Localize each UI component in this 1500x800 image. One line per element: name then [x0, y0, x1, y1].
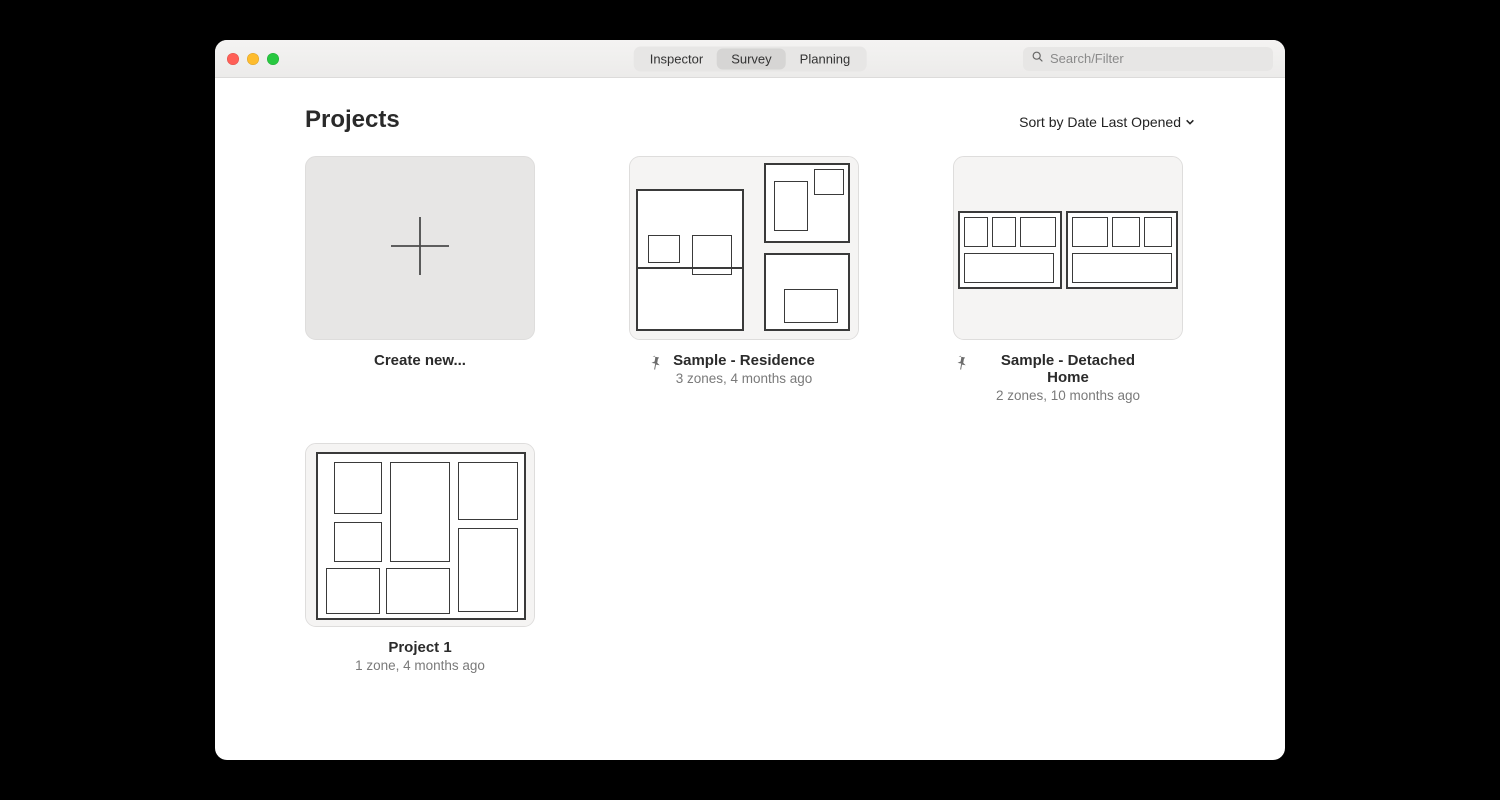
tab-inspector[interactable]: Inspector: [636, 48, 717, 69]
tab-planning[interactable]: Planning: [786, 48, 865, 69]
close-window-button[interactable]: [227, 53, 239, 65]
project-title: Sample - Detached Home: [979, 352, 1157, 386]
project-subtitle: 3 zones, 4 months ago: [673, 371, 815, 386]
search-field[interactable]: [1023, 47, 1273, 71]
content-area: Projects Sort by Date Last Opened: [215, 78, 1285, 760]
project-tile[interactable]: Project 1 1 zone, 4 months ago: [305, 443, 535, 673]
project-thumbnail: [305, 443, 535, 627]
search-icon: [1031, 50, 1044, 68]
project-subtitle: 2 zones, 10 months ago: [979, 388, 1157, 403]
plus-icon: [385, 211, 455, 286]
page-header: Projects Sort by Date Last Opened: [305, 106, 1195, 134]
project-thumbnail: [953, 156, 1183, 340]
project-subtitle: 1 zone, 4 months ago: [355, 658, 485, 673]
mode-segmented-control: Inspector Survey Planning: [634, 46, 867, 71]
zoom-window-button[interactable]: [267, 53, 279, 65]
project-thumbnail: [629, 156, 859, 340]
window-controls: [227, 53, 279, 65]
create-project-tile[interactable]: Create new...: [305, 156, 535, 403]
create-project-label: Create new...: [374, 352, 466, 369]
minimize-window-button[interactable]: [247, 53, 259, 65]
project-grid: Create new...: [305, 156, 1195, 673]
pin-icon: [953, 354, 969, 370]
project-title: Sample - Residence: [673, 352, 815, 369]
sort-label: Sort by Date Last Opened: [1019, 114, 1181, 130]
titlebar: Inspector Survey Planning: [215, 40, 1285, 78]
pin-icon: [647, 354, 663, 370]
project-title: Project 1: [355, 639, 485, 656]
project-tile[interactable]: Sample - Residence 3 zones, 4 months ago: [629, 156, 859, 403]
tab-survey[interactable]: Survey: [717, 48, 785, 69]
search-input[interactable]: [1050, 51, 1265, 66]
create-project-thumb: [305, 156, 535, 340]
sort-menu[interactable]: Sort by Date Last Opened: [1019, 114, 1195, 130]
chevron-down-icon: [1185, 114, 1195, 130]
page-title: Projects: [305, 106, 400, 134]
app-window: Inspector Survey Planning Projects Sort …: [215, 40, 1285, 760]
project-tile[interactable]: Sample - Detached Home 2 zones, 10 month…: [953, 156, 1183, 403]
